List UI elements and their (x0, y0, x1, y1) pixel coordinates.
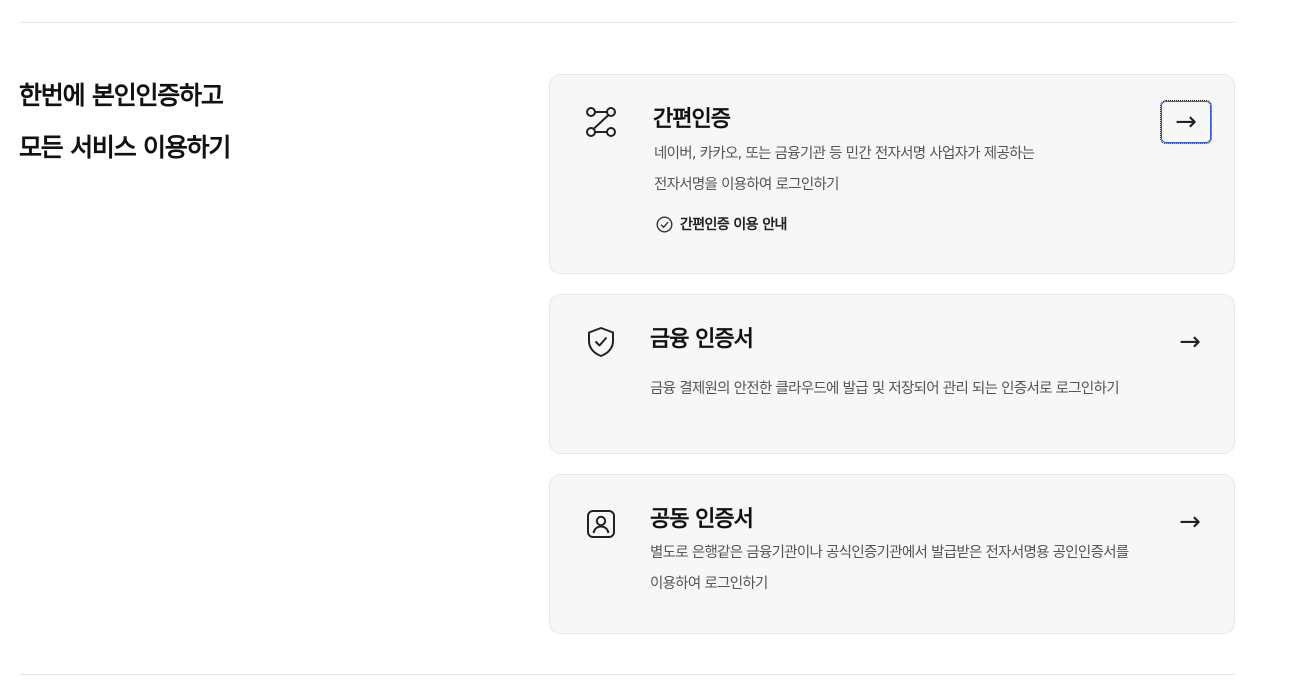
intro-line-2: 모든 서비스 이용하기 (19, 133, 231, 162)
joint-cert-arrow-button[interactable]: → (1164, 500, 1216, 544)
simple-auth-desc-line-2: 전자서명을 이용하여 로그인하기 (654, 177, 839, 193)
financial-cert-card[interactable]: 금융 인증서 금융 결제원의 안전한 클라우드에 발급 및 저장되어 관리 되는… (549, 294, 1235, 454)
financial-cert-description: 금융 결제원의 안전한 클라우드에 발급 및 저장되어 관리 되는 인증서로 로… (650, 374, 1120, 405)
financial-cert-desc-line-1: 금융 결제원의 안전한 클라우드에 발급 및 저장되어 관리 되는 인증서로 로… (650, 381, 1120, 397)
simple-auth-card[interactable]: 간편인증 네이버, 카카오, 또는 금융기관 등 민간 전자서명 사업자가 제공… (549, 74, 1235, 274)
joint-cert-title: 공동 인증서 (650, 507, 754, 532)
simple-auth-title: 간편인증 (653, 107, 731, 132)
financial-cert-title: 금융 인증서 (650, 327, 754, 352)
simple-auth-desc-line-1: 네이버, 카카오, 또는 금융기관 등 민간 전자서명 사업자가 제공하는 (654, 146, 1035, 162)
simple-auth-guide-link[interactable]: 간편인증 이용 안내 (656, 214, 787, 234)
intro-line-1: 한번에 본인인증하고 (19, 81, 224, 110)
top-divider (19, 22, 1235, 23)
user-id-icon (584, 507, 618, 541)
joint-cert-description: 별도로 은행같은 금융기관이나 공식인증기관에서 발급받은 전자서명용 공인인증… (650, 538, 1129, 600)
route-nodes-icon (584, 105, 618, 139)
intro-heading: 한번에 본인인증하고 모든 서비스 이용하기 (19, 70, 231, 174)
simple-auth-description: 네이버, 카카오, 또는 금융기관 등 민간 전자서명 사업자가 제공하는 전자… (654, 139, 1035, 201)
simple-auth-guide-label: 간편인증 이용 안내 (680, 217, 787, 233)
joint-cert-desc-line-1: 별도로 은행같은 금융기관이나 공식인증기관에서 발급받은 전자서명용 공인인증… (650, 545, 1129, 561)
auth-select-page: 한번에 본인인증하고 모든 서비스 이용하기 간편인증 네이버, 카카오, 또는… (0, 0, 1314, 700)
financial-cert-arrow-button[interactable]: → (1164, 320, 1216, 364)
shield-check-icon (584, 325, 618, 359)
joint-cert-desc-line-2: 이용하여 로그인하기 (650, 576, 768, 592)
bottom-divider (19, 674, 1235, 675)
check-circle-icon (656, 215, 673, 233)
simple-auth-arrow-button[interactable]: → (1160, 100, 1212, 144)
joint-cert-card[interactable]: 공동 인증서 별도로 은행같은 금융기관이나 공식인증기관에서 발급받은 전자서… (549, 474, 1235, 634)
